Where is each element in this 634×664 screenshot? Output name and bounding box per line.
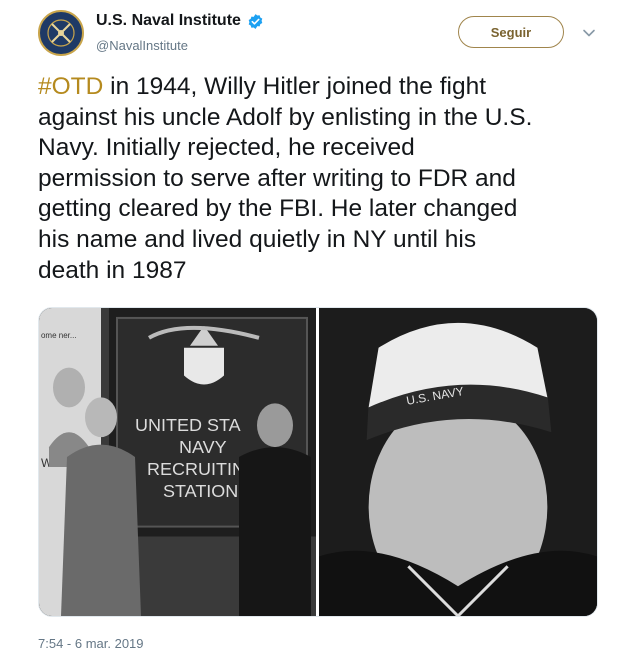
- tweet-timestamp[interactable]: 7:54 - 6 mar. 2019: [38, 636, 144, 651]
- tweet-media[interactable]: UNITED STA NAVY RECRUITIN STATION ome ne…: [38, 307, 598, 617]
- sailor-portrait-image: U.S. NAVY: [319, 308, 597, 616]
- photo-recruiting-station[interactable]: UNITED STA NAVY RECRUITIN STATION ome ne…: [39, 308, 316, 616]
- profile-avatar[interactable]: [38, 10, 84, 56]
- sign-line-4: STATION: [163, 481, 238, 501]
- sign-line-1: UNITED STA: [135, 415, 241, 435]
- naval-institute-seal-icon: [42, 14, 80, 52]
- follow-button[interactable]: Seguir: [458, 16, 564, 48]
- sign-line-2: NAVY: [179, 437, 227, 457]
- hashtag-link[interactable]: #OTD: [38, 73, 103, 100]
- display-name[interactable]: U.S. Naval Institute: [96, 12, 241, 30]
- user-handle[interactable]: @NavalInstitute: [96, 38, 188, 53]
- recruiting-station-image: UNITED STA NAVY RECRUITIN STATION ome ne…: [39, 308, 316, 616]
- author-name-row: U.S. Naval Institute: [96, 12, 264, 30]
- chevron-down-icon[interactable]: [582, 26, 596, 40]
- poster-text: ome ner...: [41, 331, 77, 340]
- photo-sailor-portrait[interactable]: U.S. NAVY: [319, 308, 597, 616]
- sign-line-3: RECRUITIN: [147, 459, 245, 479]
- tweet-text: #OTD in 1944, Willy Hitler joined the fi…: [38, 72, 618, 286]
- tweet-body: in 1944, Willy Hitler joined the fight a…: [38, 73, 533, 284]
- verified-badge-icon: [248, 13, 263, 29]
